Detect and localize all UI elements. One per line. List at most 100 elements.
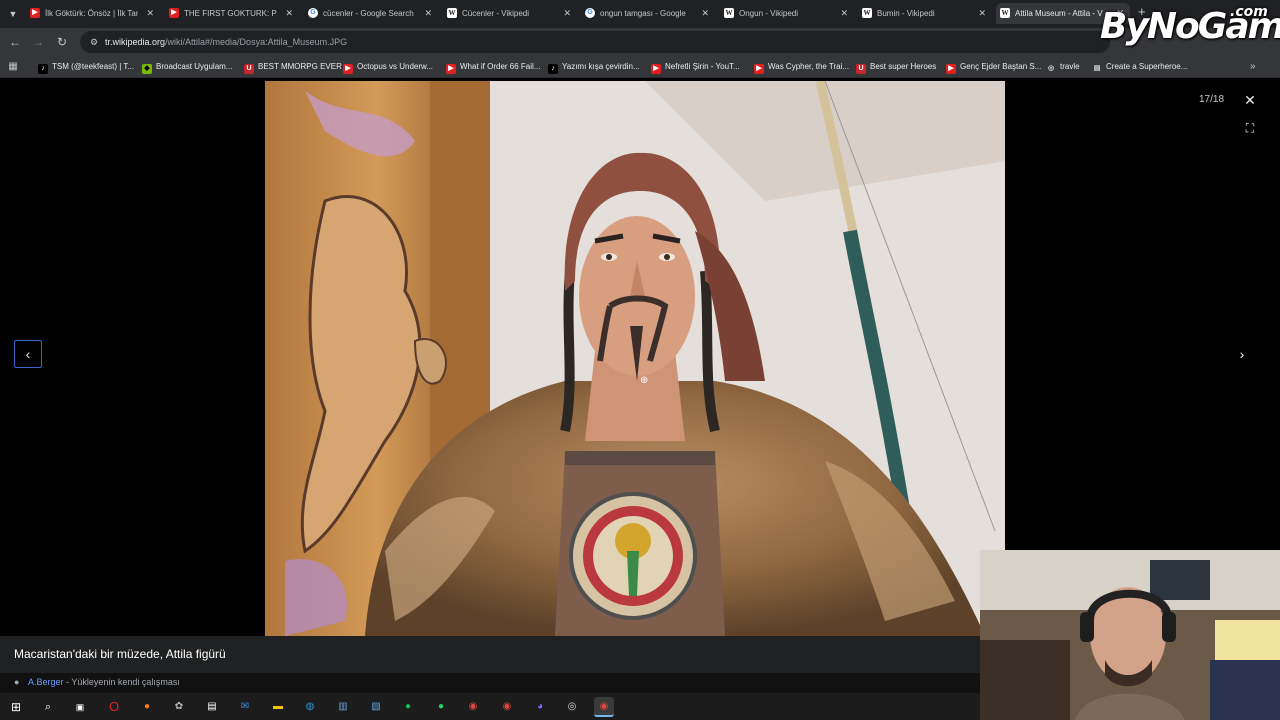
mail-icon[interactable]: ✉ <box>235 697 255 717</box>
browser-tab[interactable]: Gcücenler - Google Search ✕ <box>304 3 438 24</box>
tab-label: Cücenler - Vikipedi <box>462 9 529 18</box>
image-credit: ● A.Berger - Yükleyenin kendi çalışması <box>14 677 180 687</box>
compass-icon: ◎ <box>1046 64 1056 74</box>
wikipedia-icon: W <box>447 8 457 18</box>
wikipedia-icon: W <box>724 8 734 18</box>
tab-close-icon[interactable]: ✕ <box>563 3 571 24</box>
bookmark-item[interactable]: ♪ TSM (@teekfeast) | T... <box>38 56 134 78</box>
attila-figure-photo[interactable] <box>265 81 1005 636</box>
browser-tab[interactable]: ▶ İlk Göktürk: Önsöz | İlk Tar ✕ <box>26 3 160 24</box>
bookmarks-overflow-icon[interactable]: » <box>1250 56 1256 78</box>
tab-close-icon[interactable]: ✕ <box>285 3 293 24</box>
tab-close-icon[interactable]: ✕ <box>424 3 432 24</box>
youtube-icon: ▶ <box>30 8 40 18</box>
browser-tab[interactable]: W Bumin - Vikipedi ✕ <box>858 3 992 24</box>
google-icon: G <box>308 8 318 18</box>
wikipedia-icon: W <box>1000 8 1010 18</box>
image-viewer-icon[interactable]: ▧ <box>366 697 386 717</box>
apps-grid-icon[interactable]: ▦ <box>6 60 20 74</box>
bookmark-label: Yazımı kışa çevirdin... <box>562 62 640 71</box>
bookmark-item[interactable]: ▤ Create a Superheroe... <box>1092 56 1187 78</box>
bookmark-item[interactable]: ▶ Nefretli Şirin - YouT... <box>651 56 740 78</box>
close-icon[interactable]: ✕ <box>1240 90 1260 110</box>
tab-label: Ongun - Vikipedi <box>739 9 798 18</box>
tab-label: ongun tamgası - Google <box>600 9 686 18</box>
bookmark-item[interactable]: ◆ Broadcast Uygulam... <box>142 56 232 78</box>
bookmark-item[interactable]: ▶ What if Order 66 Fail... <box>446 56 540 78</box>
spotify-icon[interactable]: ● <box>398 697 418 717</box>
edge-icon[interactable]: ◍ <box>300 697 320 717</box>
whatsapp-icon[interactable]: ● <box>431 697 451 717</box>
caption-bar: Macaristan'daki bir müzede, Attila figür… <box>0 636 980 673</box>
opera-icon[interactable]: O <box>104 697 124 717</box>
youtube-icon: ▶ <box>446 64 456 74</box>
tab-search-icon[interactable]: ▼ <box>4 5 22 23</box>
chrome-active-icon[interactable]: ◉ <box>594 697 614 717</box>
bookmark-label: What if Order 66 Fail... <box>460 62 541 71</box>
tab-label: Bumin - Vikipedi <box>877 9 935 18</box>
youtube-icon: ▶ <box>343 64 353 74</box>
fullscreen-icon[interactable]: ⛶ <box>1240 118 1260 138</box>
tab-label: cücenler - Google Search <box>323 9 414 18</box>
bookmark-item[interactable]: U BEST MMORPG EVER <box>244 56 342 78</box>
bookmark-label: Best super Heroes <box>870 62 937 71</box>
discord-icon[interactable]: ◕ <box>530 697 550 717</box>
tiktok-icon: ♪ <box>548 64 558 74</box>
nvidia-icon: ◆ <box>142 64 152 74</box>
obs-icon[interactable]: ◎ <box>562 697 582 717</box>
tiktok-icon: ♪ <box>38 64 48 74</box>
windows-start-icon[interactable]: ⊞ <box>6 697 26 717</box>
ultimate-guitar-icon: U <box>244 64 254 74</box>
forward-arrow-icon[interactable]: → <box>29 33 47 51</box>
reload-icon[interactable]: ↻ <box>53 33 71 51</box>
bookmark-item[interactable]: ◎ travle <box>1046 56 1080 78</box>
chevron-left-icon[interactable]: ‹ <box>14 340 42 368</box>
user-icon: ● <box>14 677 20 687</box>
bookmark-item[interactable]: ▶ Was Cypher, the Trai... <box>754 56 849 78</box>
bookmark-label: travle <box>1060 62 1080 71</box>
app-gear-icon[interactable]: ✿ <box>169 697 189 717</box>
bookmark-item[interactable]: ▶ Genç Ejder Baştan S... <box>946 56 1041 78</box>
credit-text: - Yükleyenin kendi çalışması <box>63 677 180 687</box>
bookmark-item[interactable]: ♪ Yazımı kışa çevirdin... <box>548 56 640 78</box>
site-info-icon[interactable]: ⚙ <box>88 36 100 48</box>
credit-bar: ● A.Berger - Yükleyenin kendi çalışması <box>0 673 980 693</box>
browser-tab[interactable]: ▶ THE FIRST GOKTURK: Pro ✕ <box>165 3 299 24</box>
bookmark-label: Create a Superheroe... <box>1106 62 1188 71</box>
image-caption: Macaristan'daki bir müzede, Attila figür… <box>14 647 226 661</box>
search-icon[interactable]: ⌕ <box>38 697 58 717</box>
address-bar[interactable]: ⚙ tr.wikipedia.org/wiki/Attila#/media/Do… <box>80 31 1110 53</box>
tab-close-icon[interactable]: ✕ <box>701 3 709 24</box>
url-path: /wiki/Attila#/media/Dosya:Attila_Museum.… <box>165 37 348 47</box>
tab-strip: ▼ ▶ İlk Göktürk: Önsöz | İlk Tar ✕ ▶ THE FIR… <box>0 0 1280 28</box>
store-icon[interactable]: ▤ <box>202 697 222 717</box>
tab-close-icon[interactable]: ✕ <box>840 3 848 24</box>
chrome-profile-icon[interactable]: ◉ <box>497 697 517 717</box>
url-text[interactable]: tr.wikipedia.org/wiki/Attila#/media/Dosy… <box>105 31 347 53</box>
tab-label: Attila Museum - Attila - V <box>1015 9 1103 18</box>
author-link[interactable]: A.Berger <box>28 677 64 687</box>
browser-tab[interactable]: W Cücenler - Vikipedi ✕ <box>443 3 577 24</box>
attila-statue-illustration <box>265 81 1005 636</box>
browser-tab[interactable]: Gongun tamgası - Google ✕ <box>581 3 715 24</box>
streamer-webcam-feed <box>980 550 1280 720</box>
bookmark-label: Was Cypher, the Trai... <box>768 62 850 71</box>
app-window-icon[interactable]: ▥ <box>333 697 353 717</box>
task-view-icon[interactable]: ▣ <box>70 697 90 717</box>
chevron-right-icon[interactable]: › <box>1230 340 1254 368</box>
back-arrow-icon[interactable]: ← <box>6 33 24 51</box>
tab-close-icon[interactable]: ✕ <box>978 3 986 24</box>
bookmark-item[interactable]: ▶ Octopus vs Underw... <box>343 56 433 78</box>
bookmarks-bar: ▦ ♪ TSM (@teekfeast) | T... ◆ Broadcast Uyg… <box>0 56 1280 78</box>
firefox-icon[interactable]: ● <box>137 697 157 717</box>
browser-toolbar: ← → ↻ ⚙ tr.wikipedia.org/wiki/Attila#/me… <box>0 28 1280 56</box>
wikipedia-icon: W <box>862 8 872 18</box>
youtube-icon: ▶ <box>651 64 661 74</box>
bookmark-item[interactable]: U Best super Heroes <box>856 56 936 78</box>
folder-icon[interactable]: ▬ <box>268 697 288 717</box>
tab-close-icon[interactable]: ✕ <box>146 3 154 24</box>
bookmark-label: TSM (@teekfeast) | T... <box>52 62 135 71</box>
bookmark-label: BEST MMORPG EVER <box>258 62 342 71</box>
chrome-icon[interactable]: ◉ <box>463 697 483 717</box>
browser-tab[interactable]: W Ongun - Vikipedi ✕ <box>720 3 854 24</box>
